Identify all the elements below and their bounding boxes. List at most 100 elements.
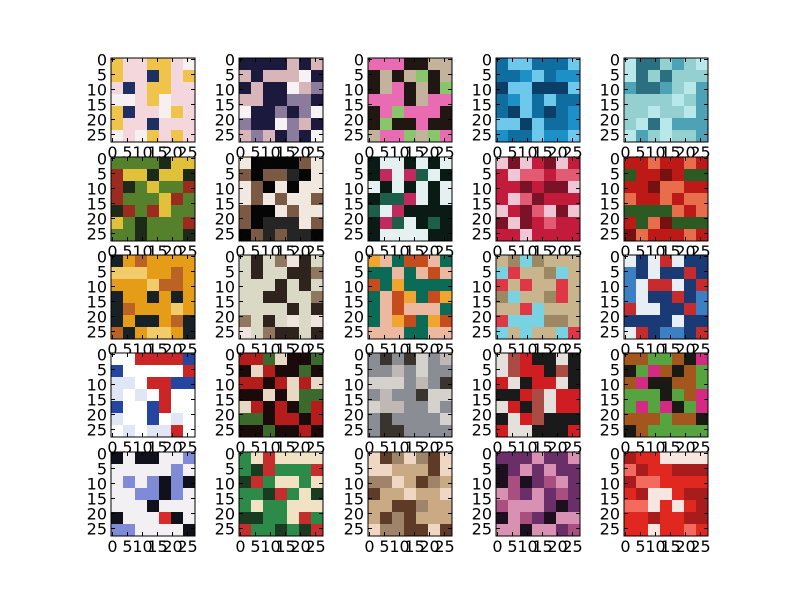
image-block bbox=[287, 377, 300, 390]
image-block bbox=[287, 279, 300, 292]
image-block bbox=[159, 303, 172, 316]
image-block bbox=[123, 58, 136, 71]
image-block bbox=[648, 291, 661, 304]
image-block bbox=[239, 500, 252, 513]
image-block bbox=[171, 217, 184, 230]
image-block bbox=[416, 70, 429, 83]
image-block bbox=[496, 464, 509, 477]
image-block bbox=[123, 389, 136, 402]
image-block bbox=[171, 500, 184, 513]
image-block bbox=[532, 303, 545, 316]
image-block bbox=[392, 315, 405, 328]
image-block bbox=[171, 169, 184, 182]
image-block bbox=[544, 425, 557, 438]
xtick-label: 25 bbox=[177, 537, 197, 556]
image-block bbox=[299, 82, 312, 95]
image-block bbox=[251, 401, 264, 414]
image-block bbox=[544, 365, 557, 378]
image-block bbox=[135, 193, 148, 206]
image-block bbox=[416, 476, 429, 489]
xtick-label: 25 bbox=[562, 537, 582, 556]
image-block bbox=[380, 327, 393, 340]
image-block bbox=[299, 193, 312, 206]
image-block bbox=[520, 94, 533, 107]
image-block bbox=[183, 401, 196, 414]
image-block bbox=[520, 82, 533, 95]
image-block bbox=[392, 106, 405, 119]
image-block bbox=[263, 229, 276, 242]
image-block bbox=[696, 70, 709, 83]
image-block bbox=[624, 181, 637, 194]
thumbnail-image bbox=[496, 452, 581, 537]
image-block bbox=[404, 512, 417, 525]
image-block bbox=[159, 70, 172, 83]
image-block bbox=[123, 303, 136, 316]
image-block bbox=[147, 70, 160, 83]
image-block bbox=[135, 279, 148, 292]
image-block bbox=[428, 500, 441, 513]
image-block bbox=[508, 413, 521, 426]
image-block bbox=[624, 500, 637, 513]
image-block bbox=[508, 217, 521, 230]
image-block bbox=[263, 401, 276, 414]
image-block bbox=[147, 401, 160, 414]
image-block bbox=[275, 118, 288, 131]
image-block bbox=[508, 70, 521, 83]
image-block bbox=[428, 205, 441, 218]
image-block bbox=[251, 255, 264, 268]
image-block bbox=[263, 291, 276, 304]
image-block bbox=[696, 106, 709, 119]
image-block bbox=[428, 413, 441, 426]
image-block bbox=[556, 488, 569, 501]
image-block bbox=[299, 377, 312, 390]
image-block bbox=[239, 70, 252, 83]
image-block bbox=[508, 94, 521, 107]
image-block bbox=[440, 476, 453, 489]
image-block bbox=[648, 488, 661, 501]
image-block bbox=[368, 303, 381, 316]
image-block bbox=[508, 169, 521, 182]
image-block bbox=[544, 476, 557, 489]
image-block bbox=[368, 70, 381, 83]
image-block bbox=[428, 464, 441, 477]
image-block bbox=[147, 106, 160, 119]
image-block bbox=[544, 94, 557, 107]
image-block bbox=[624, 82, 637, 95]
image-block bbox=[660, 365, 673, 378]
image-block bbox=[672, 181, 685, 194]
image-block bbox=[183, 464, 196, 477]
image-block bbox=[440, 169, 453, 182]
image-block bbox=[111, 169, 124, 182]
image-block bbox=[416, 279, 429, 292]
image-block bbox=[648, 315, 661, 328]
image-block bbox=[263, 267, 276, 280]
image-block bbox=[392, 267, 405, 280]
image-block bbox=[428, 401, 441, 414]
image-block bbox=[416, 303, 429, 316]
image-block bbox=[299, 512, 312, 525]
image-block bbox=[380, 452, 393, 465]
image-block bbox=[496, 82, 509, 95]
image-block bbox=[368, 476, 381, 489]
image-block bbox=[239, 279, 252, 292]
image-block bbox=[672, 82, 685, 95]
image-block bbox=[520, 315, 533, 328]
image-block bbox=[251, 82, 264, 95]
ytick-label: 25 bbox=[472, 421, 492, 440]
ytick-label: 25 bbox=[215, 225, 235, 244]
image-block bbox=[111, 267, 124, 280]
image-block bbox=[275, 512, 288, 525]
image-block bbox=[123, 500, 136, 513]
thumbnail-image bbox=[111, 58, 196, 143]
image-block bbox=[520, 500, 533, 513]
image-block bbox=[672, 353, 685, 366]
image-block bbox=[508, 229, 521, 242]
image-block bbox=[520, 70, 533, 83]
image-block bbox=[111, 365, 124, 378]
xtick-label: 5 bbox=[122, 537, 132, 556]
image-block bbox=[520, 524, 533, 537]
image-block bbox=[392, 169, 405, 182]
image-block bbox=[111, 476, 124, 489]
image-block bbox=[636, 255, 649, 268]
image-block bbox=[392, 524, 405, 537]
